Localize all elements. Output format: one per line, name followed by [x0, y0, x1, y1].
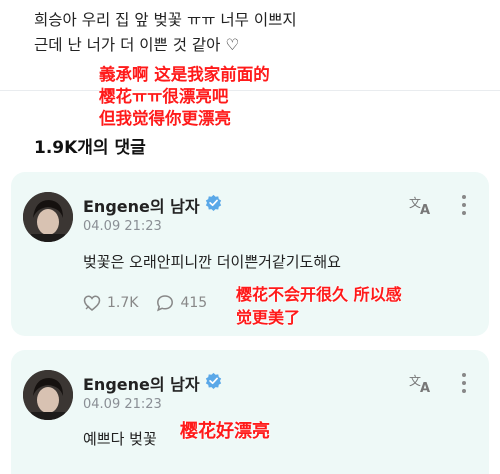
reply-button[interactable]: 415: [156, 294, 207, 312]
overlay-line: 但我觉得你更漂亮: [99, 109, 231, 128]
overlay-line: 樱花不会开很久 所以感: [236, 285, 402, 304]
post-body: 희승아 우리 집 앞 벚꽃 ㅠㅠ 너무 이쁘지 근데 난 너가 더 이쁜 것 같…: [34, 8, 297, 58]
more-options-icon[interactable]: [461, 372, 467, 394]
translate-icon[interactable]: 文 A: [409, 372, 433, 394]
comment-username[interactable]: Engene의 남자: [83, 371, 200, 395]
comment2-translation-overlay: 樱花好漂亮: [180, 421, 270, 442]
overlay-line: 觉更美了: [236, 308, 301, 327]
like-button[interactable]: 1.7K: [83, 294, 138, 312]
comment-actions: 1.7K 415: [83, 294, 225, 312]
like-count: 1.7K: [107, 295, 139, 311]
svg-text:A: A: [420, 381, 430, 394]
comment-timestamp: 04.09 21:23: [83, 219, 162, 234]
svg-text:A: A: [420, 203, 430, 216]
avatar[interactable]: [23, 192, 73, 242]
comment-card-2[interactable]: Engene의 남자 04.09 21:23 文 A 예쁘다 벚꽃: [11, 350, 489, 474]
comment-username[interactable]: Engene의 남자: [83, 193, 200, 217]
post-line-1: 희승아 우리 집 앞 벚꽃 ㅠㅠ 너무 이쁘지: [34, 11, 297, 29]
comment-count: 1.9K개의 댓글: [34, 138, 146, 158]
overlay-line: 樱花ㅠㅠ很漂亮吧: [99, 87, 229, 106]
comment-timestamp: 04.09 21:23: [83, 397, 162, 412]
post-translation-overlay: 義承啊 这是我家前面的 樱花ㅠㅠ很漂亮吧 但我觉得你更漂亮: [99, 64, 270, 130]
verified-badge-icon: [205, 372, 222, 389]
reply-count: 415: [180, 295, 208, 311]
more-options-icon[interactable]: [461, 194, 467, 216]
like-icon: [83, 295, 101, 311]
comment-text: 벚꽃은 오래안피니깐 더이쁜거같기도해요: [83, 253, 341, 271]
comment-text: 예쁘다 벚꽃: [83, 430, 157, 448]
avatar[interactable]: [23, 370, 73, 420]
post-line-2: 근데 난 너가 더 이쁜 것 같아 ♡: [34, 36, 240, 54]
translate-icon[interactable]: 文 A: [409, 194, 433, 216]
comment1-translation-overlay: 樱花不会开很久 所以感 觉更美了: [236, 283, 402, 329]
verified-badge-icon: [205, 194, 222, 211]
overlay-line: 義承啊 这是我家前面的: [99, 65, 270, 84]
reply-icon: [157, 295, 174, 312]
